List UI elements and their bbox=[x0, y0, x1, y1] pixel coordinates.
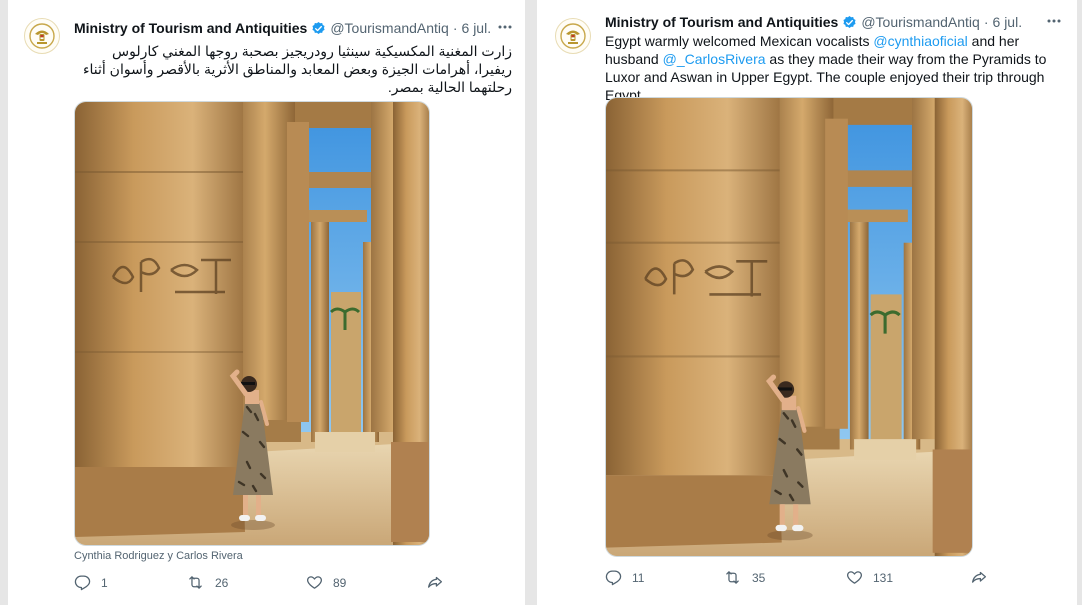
tweet-header: Ministry of Tourism and Antiquities @Tou… bbox=[74, 18, 491, 38]
like-button[interactable]: 131 bbox=[846, 569, 893, 586]
more-dots-icon[interactable] bbox=[1043, 10, 1065, 32]
retweet-icon bbox=[189, 576, 202, 589]
retweet-count: 35 bbox=[752, 570, 766, 585]
share-arrow-icon bbox=[971, 571, 987, 583]
retweet-count: 26 bbox=[215, 575, 229, 590]
egypt-eagle-emblem-icon bbox=[560, 23, 586, 49]
share-arrow-icon bbox=[427, 576, 443, 588]
more-dots-icon[interactable] bbox=[494, 16, 516, 38]
separator-dot: · bbox=[983, 14, 989, 30]
tweet-card-english[interactable]: Ministry of Tourism and Antiquities @Tou… bbox=[537, 0, 1077, 605]
tweet-text: زارت المغنية المكسيكية سينثيا رودريجيز ب… bbox=[82, 43, 512, 95]
verified-badge-icon bbox=[311, 21, 326, 36]
like-count: 89 bbox=[333, 575, 347, 590]
separator-dot: · bbox=[452, 20, 458, 36]
heart-icon bbox=[847, 571, 862, 584]
egypt-eagle-emblem-icon bbox=[29, 23, 55, 49]
tweet-actions: 11 35 131 bbox=[605, 569, 995, 589]
tweet-actions: 1 26 89 bbox=[74, 574, 454, 594]
reply-bubble-icon bbox=[605, 570, 622, 586]
author-handle[interactable]: @TourismandAntiq bbox=[861, 14, 980, 30]
tweet-header: Ministry of Tourism and Antiquities @Tou… bbox=[605, 12, 1022, 32]
author-name[interactable]: Ministry of Tourism and Antiquities bbox=[605, 14, 838, 30]
retweet-button[interactable]: 35 bbox=[723, 569, 765, 586]
tweet-text: Egypt warmly welcomed Mexican vocalists … bbox=[605, 32, 1065, 104]
share-button[interactable] bbox=[970, 569, 988, 586]
karnak-temple-photo bbox=[75, 102, 429, 545]
text-segment: Egypt warmly welcomed Mexican vocalists bbox=[605, 33, 874, 49]
tweet-photo[interactable] bbox=[605, 97, 973, 557]
reply-bubble-icon bbox=[74, 575, 91, 591]
avatar[interactable] bbox=[555, 18, 591, 54]
mention-link-carlosrivera[interactable]: @_CarlosRivera bbox=[663, 51, 766, 67]
mention-link-cynthiaoficial[interactable]: @cynthiaoficial bbox=[873, 33, 967, 49]
share-button[interactable] bbox=[426, 574, 444, 591]
verified-badge-icon bbox=[842, 15, 857, 30]
reply-button[interactable]: 1 bbox=[74, 574, 108, 591]
tweet-date[interactable]: 6 jul. bbox=[993, 14, 1023, 30]
like-button[interactable]: 89 bbox=[306, 574, 346, 591]
tweet-photo[interactable] bbox=[74, 101, 430, 546]
tweet-date[interactable]: 6 jul. bbox=[462, 20, 492, 36]
tweet-card-arabic[interactable]: Ministry of Tourism and Antiquities @Tou… bbox=[8, 0, 525, 605]
photo-tag-caption[interactable]: Cynthia Rodriguez y Carlos Rivera bbox=[74, 550, 243, 562]
karnak-temple-photo bbox=[606, 98, 972, 556]
retweet-icon bbox=[726, 571, 739, 584]
heart-icon bbox=[307, 576, 322, 589]
reply-count: 1 bbox=[101, 575, 108, 590]
avatar[interactable] bbox=[24, 18, 60, 54]
author-handle[interactable]: @TourismandAntiq bbox=[330, 20, 449, 36]
author-name[interactable]: Ministry of Tourism and Antiquities bbox=[74, 20, 307, 36]
retweet-button[interactable]: 26 bbox=[186, 574, 228, 591]
reply-button[interactable]: 11 bbox=[605, 569, 644, 586]
reply-count: 11 bbox=[632, 570, 645, 585]
like-count: 131 bbox=[873, 570, 894, 585]
